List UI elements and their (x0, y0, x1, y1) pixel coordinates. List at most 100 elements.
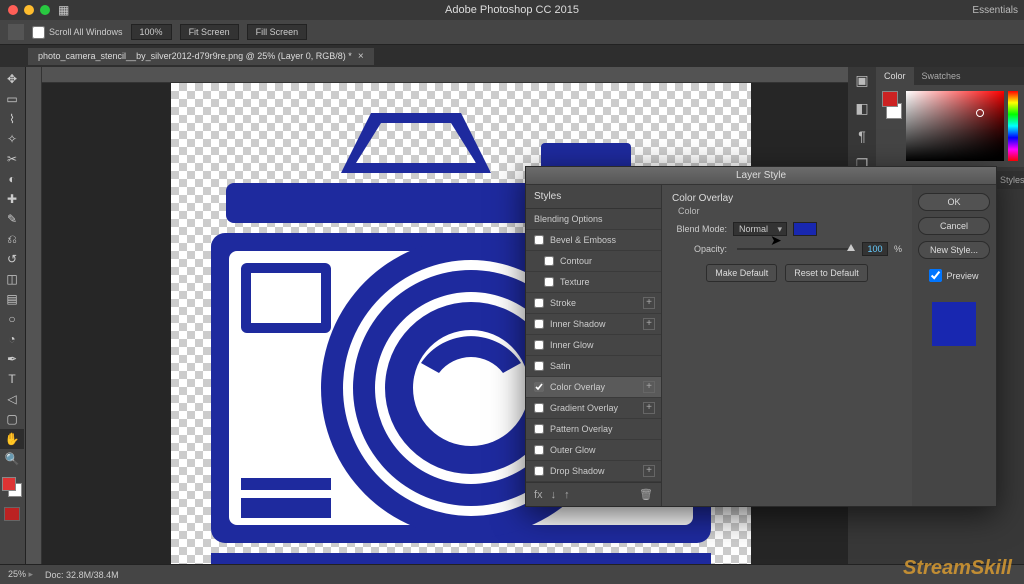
slider-knob-icon[interactable] (847, 244, 855, 251)
options-bar: Scroll All Windows 100% Fit Screen Fill … (0, 20, 1024, 45)
styles-heading[interactable]: Styles (526, 185, 661, 209)
gradient-overlay-item[interactable]: Gradient Overlay + (526, 398, 661, 419)
zoom-tool[interactable]: 🔍 (0, 449, 24, 469)
pen-tool[interactable]: ✒ (0, 349, 24, 369)
ok-button[interactable]: OK (918, 193, 990, 211)
opacity-slider[interactable] (737, 248, 852, 250)
character-panel-icon[interactable]: ¶ (852, 127, 872, 145)
quick-mask-icon[interactable] (4, 507, 20, 521)
dodge-tool[interactable]: ◔ (0, 329, 24, 349)
inner-shadow-label: Inner Shadow (550, 319, 606, 329)
reset-default-button[interactable]: Reset to Default (785, 264, 868, 282)
blend-mode-label: Blend Mode: (672, 224, 727, 234)
preview-checkbox[interactable]: Preview (929, 269, 978, 282)
add-drop-shadow-icon[interactable]: + (643, 465, 655, 477)
eyedropper-tool[interactable]: ◐ (0, 169, 24, 189)
fill-screen-button[interactable]: Fill Screen (247, 24, 308, 40)
close-window-button[interactable] (8, 5, 18, 15)
magic-wand-tool[interactable]: ✧ (0, 129, 24, 149)
color-overlay-item[interactable]: Color Overlay + (526, 377, 661, 398)
color-panel-tabs: Color Swatches (876, 67, 1024, 85)
texture-item[interactable]: Texture (526, 272, 661, 293)
eraser-tool[interactable]: ◫ (0, 269, 24, 289)
add-stroke-icon[interactable]: + (643, 297, 655, 309)
gradient-overlay-label: Gradient Overlay (550, 403, 618, 413)
bevel-label: Bevel & Emboss (550, 235, 616, 245)
fg-swatch[interactable] (882, 91, 898, 107)
shape-tool[interactable]: ▢ (0, 409, 24, 429)
dialog-title[interactable]: Layer Style (526, 167, 996, 185)
move-tool[interactable]: ✥ (0, 69, 24, 89)
zoom-level[interactable]: 25% (8, 569, 33, 580)
fit-screen-button[interactable]: Fit Screen (180, 24, 239, 40)
preview-label: Preview (946, 271, 978, 281)
dialog-settings-pane: Color Overlay Color Blend Mode: Normal O… (662, 185, 912, 506)
opacity-input[interactable]: 100 (862, 242, 888, 256)
add-gradient-overlay-icon[interactable]: + (643, 402, 655, 414)
effects-list-footer: fx ↓ ↑ 🗑 (526, 482, 661, 506)
type-tool[interactable]: T (0, 369, 24, 389)
maximize-window-button[interactable] (40, 5, 50, 15)
foreground-background-colors[interactable] (2, 477, 22, 497)
make-default-button[interactable]: Make Default (706, 264, 777, 282)
bevel-emboss-item[interactable]: Bevel & Emboss (526, 230, 661, 251)
move-up-icon[interactable]: ↑ (564, 489, 570, 501)
swatches-tab[interactable]: Swatches (914, 67, 969, 85)
scroll-all-windows-checkbox[interactable]: Scroll All Windows (32, 26, 123, 39)
path-selection-tool[interactable]: ◁ (0, 389, 24, 409)
status-bar: 25% Doc: 32.8M/38.4M (0, 564, 1024, 584)
clone-stamp-tool[interactable]: ⎌ (0, 229, 24, 249)
move-down-icon[interactable]: ↓ (551, 489, 557, 501)
section-title: Color Overlay (672, 193, 902, 204)
drop-shadow-item[interactable]: Drop Shadow+ (526, 461, 661, 482)
inner-shadow-item[interactable]: Inner Shadow + (526, 314, 661, 335)
inner-glow-label: Inner Glow (550, 340, 594, 350)
stroke-label: Stroke (550, 298, 576, 308)
fx-icon[interactable]: fx (534, 489, 543, 501)
new-style-button[interactable]: New Style... (918, 241, 990, 259)
crop-tool[interactable]: ✂ (0, 149, 24, 169)
color-fg-bg[interactable] (882, 91, 902, 119)
workspace-switcher[interactable]: Essentials (972, 5, 1018, 16)
hand-tool-icon (8, 24, 24, 40)
ruler-vertical (26, 67, 42, 564)
document-tab[interactable]: photo_camera_stencil__by_silver2012-d79r… (28, 48, 374, 65)
outer-glow-item[interactable]: Outer Glow (526, 440, 661, 461)
gradient-tool[interactable]: ▤ (0, 289, 24, 309)
zoom-100-button[interactable]: 100% (131, 24, 172, 40)
blend-mode-select[interactable]: Normal (733, 222, 787, 236)
history-brush-tool[interactable]: ↺ (0, 249, 24, 269)
color-overlay-label: Color Overlay (550, 382, 605, 392)
color-tab[interactable]: Color (876, 67, 914, 85)
inner-glow-item[interactable]: Inner Glow (526, 335, 661, 356)
stroke-item[interactable]: Stroke + (526, 293, 661, 314)
dialog-effects-list: Styles Blending Options Bevel & Emboss C… (526, 185, 662, 506)
preview-swatch (932, 302, 976, 346)
minimize-window-button[interactable] (24, 5, 34, 15)
cancel-button[interactable]: Cancel (918, 217, 990, 235)
close-tab-icon[interactable]: × (358, 51, 364, 62)
add-color-overlay-icon[interactable]: + (643, 381, 655, 393)
hue-slider[interactable] (1008, 91, 1018, 161)
hand-tool[interactable]: ✋ (0, 429, 24, 449)
lasso-tool[interactable]: ⌇ (0, 109, 24, 129)
color-field[interactable] (906, 91, 1004, 161)
contour-item[interactable]: Contour (526, 251, 661, 272)
blending-options-item[interactable]: Blending Options (526, 209, 661, 230)
overlay-color-swatch[interactable] (793, 222, 817, 236)
properties-panel-icon[interactable]: ◧ (852, 99, 872, 117)
add-inner-shadow-icon[interactable]: + (643, 318, 655, 330)
marquee-tool[interactable]: ▭ (0, 89, 24, 109)
ps-app-icon: ▦ (58, 3, 69, 17)
contour-label: Contour (560, 256, 592, 266)
dialog-buttons-pane: OK Cancel New Style... Preview (912, 185, 996, 506)
layer-style-dialog: Layer Style Styles Blending Options Beve… (525, 166, 997, 507)
history-panel-icon[interactable]: ▣ (852, 71, 872, 89)
pattern-overlay-item[interactable]: Pattern Overlay (526, 419, 661, 440)
brush-tool[interactable]: ✎ (0, 209, 24, 229)
satin-item[interactable]: Satin (526, 356, 661, 377)
blur-tool[interactable]: ○ (0, 309, 24, 329)
healing-brush-tool[interactable]: ✚ (0, 189, 24, 209)
trash-icon[interactable]: 🗑 (639, 488, 653, 501)
foreground-color-swatch[interactable] (2, 477, 16, 491)
